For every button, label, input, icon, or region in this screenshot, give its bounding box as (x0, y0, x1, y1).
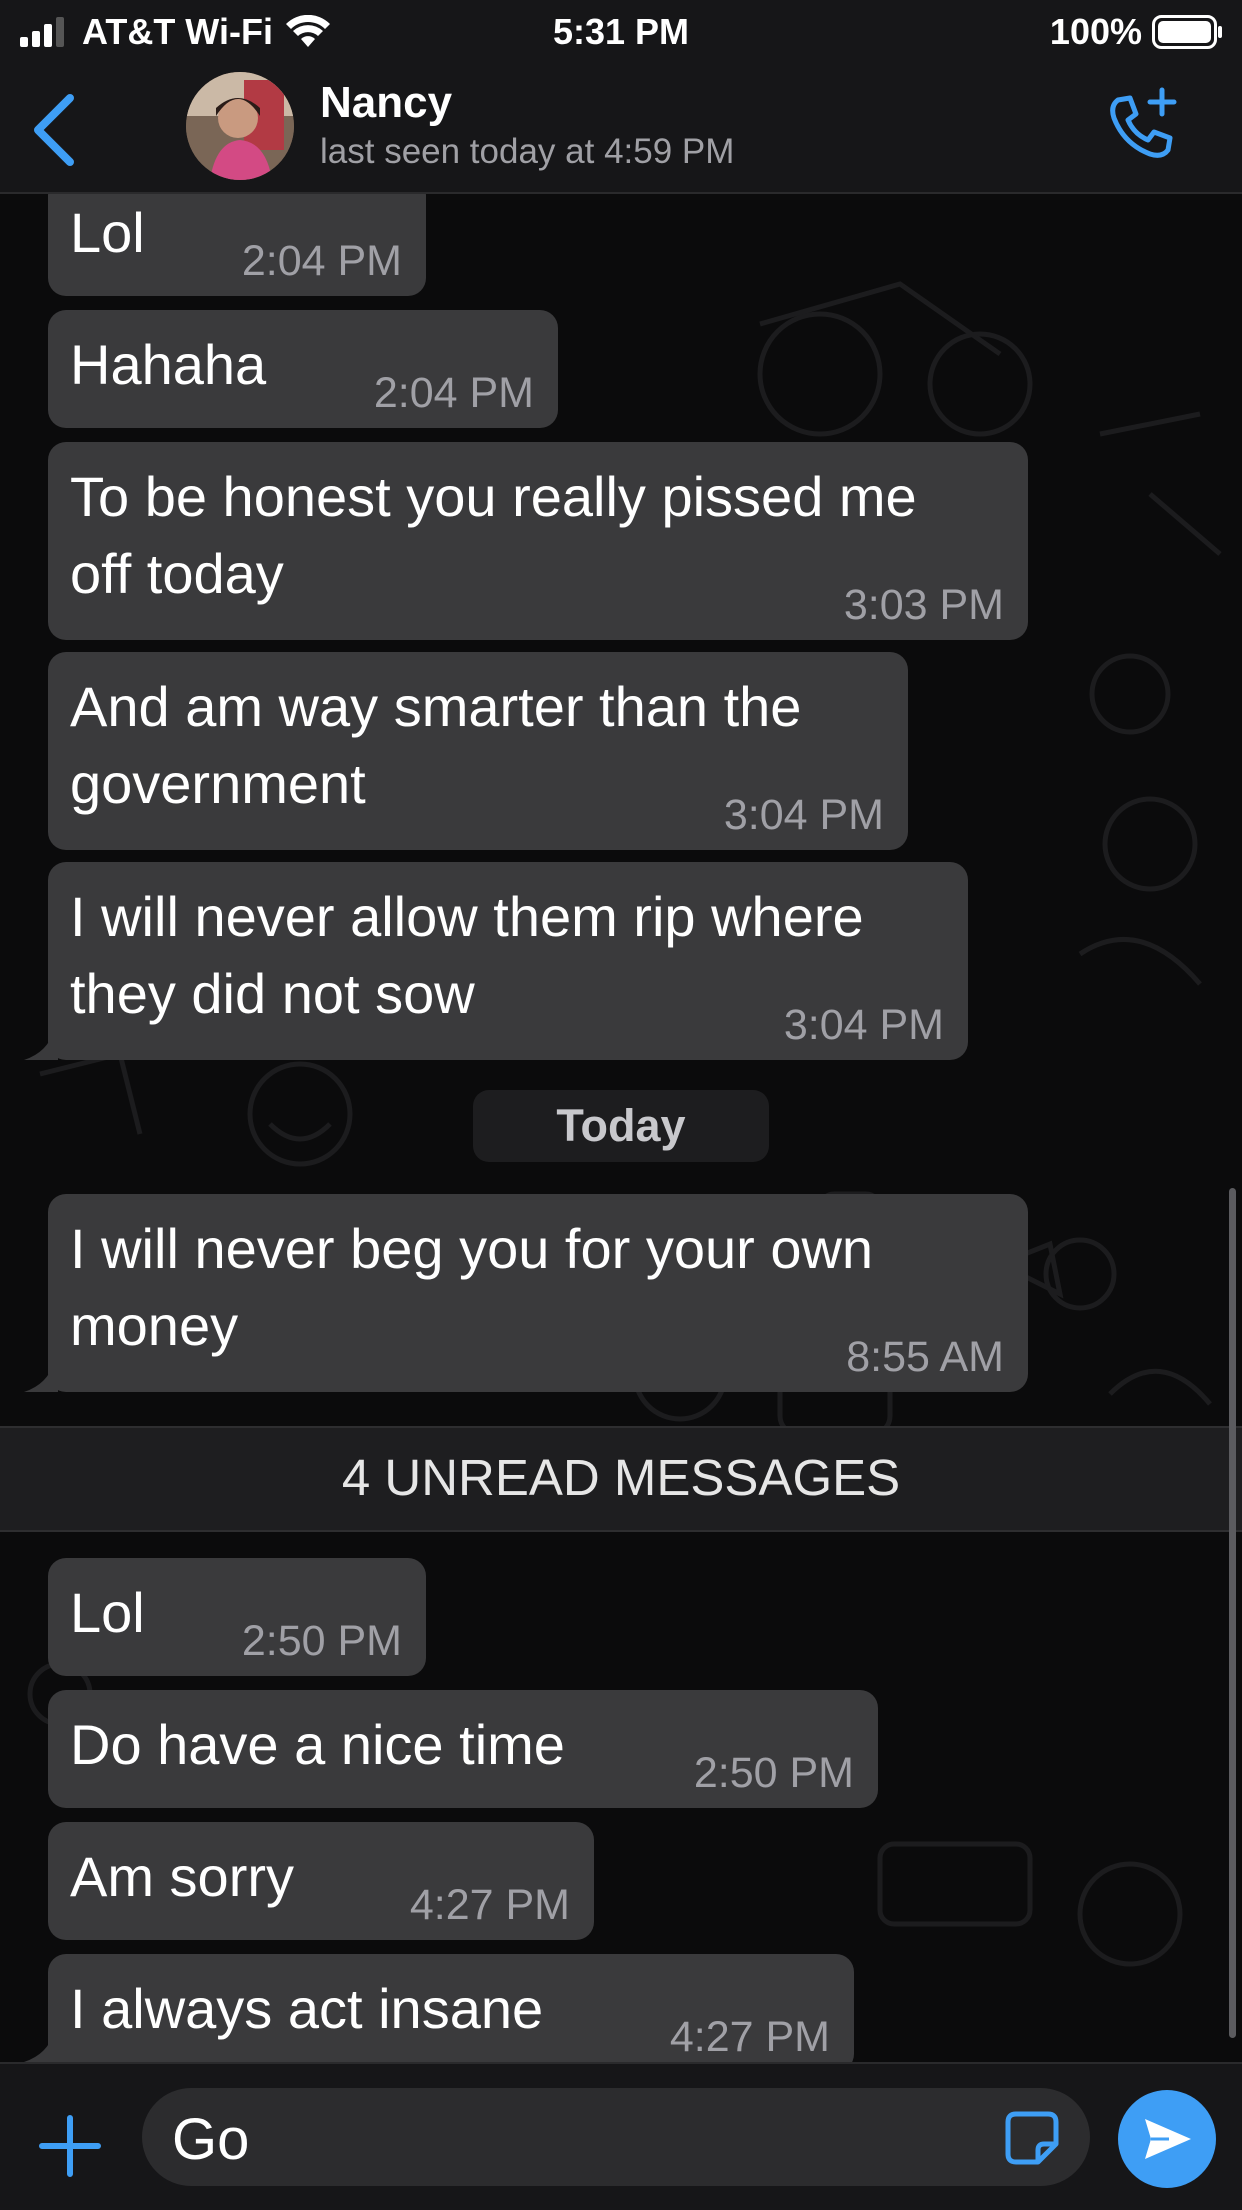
message-text: Hahaha (70, 333, 267, 396)
message-time: 3:03 PM (843, 581, 1004, 629)
message-time: 4:27 PM (409, 1881, 570, 1929)
contact-name[interactable]: Nancy (320, 78, 452, 128)
phone-plus-icon (1110, 87, 1177, 158)
message-text: I will never beg you for your own money (70, 1217, 874, 1357)
message-time: 3:04 PM (723, 791, 884, 839)
message-text: Am sorry (70, 1845, 294, 1908)
scrollbar[interactable] (1229, 1188, 1236, 2038)
message-time: 4:27 PM (669, 2013, 830, 2061)
message-bubble[interactable]: Lol 2:50 PM (48, 1558, 426, 1676)
message-time: 8:55 AM (846, 1333, 1004, 1381)
message-bubble[interactable]: To be honest you really pissed me off to… (48, 442, 1028, 640)
add-call-button[interactable] (1104, 86, 1182, 164)
message-bubble[interactable]: I will never allow them rip where they d… (48, 862, 968, 1060)
message-bubble[interactable]: I always act insane 4:27 PM (48, 1954, 854, 2062)
message-text: To be honest you really pissed me off to… (70, 465, 917, 605)
sticker-icon (1005, 2111, 1059, 2165)
bubble-tail (24, 1030, 58, 1060)
day-separator: Today (473, 1090, 769, 1162)
message-bubble[interactable]: Lol 2:04 PM (48, 194, 426, 296)
message-time: 2:50 PM (241, 1617, 402, 1665)
attach-button[interactable] (36, 2112, 104, 2180)
chat-area[interactable]: Lol 2:04 PM Hahaha 2:04 PM To be honest … (0, 194, 1242, 2062)
avatar-photo (186, 72, 294, 180)
message-time: 2:04 PM (373, 369, 534, 417)
battery-percent: 100% (1049, 11, 1142, 52)
message-input-value: Go (172, 2107, 250, 2172)
message-text: Do have a nice time (70, 1713, 565, 1776)
sticker-button[interactable] (1004, 2110, 1060, 2166)
status-right: 100% (1050, 10, 1224, 54)
chat-header: Nancy last seen today at 4:59 PM (0, 64, 1242, 194)
chevron-left-icon (34, 94, 74, 166)
message-text: I always act insane (70, 1977, 544, 2040)
message-text: Lol (70, 201, 145, 264)
message-text: Lol (70, 1581, 145, 1644)
message-input[interactable]: Go (142, 2088, 1090, 2186)
message-text: And am way smarter than the government (70, 675, 802, 815)
message-time: 2:50 PM (693, 1749, 854, 1797)
back-button[interactable] (30, 80, 100, 180)
unread-messages-banner: 4 UNREAD MESSAGES (0, 1426, 1242, 1532)
message-time: 3:04 PM (783, 1001, 944, 1049)
bubble-tail (24, 1362, 58, 1392)
message-bubble[interactable]: And am way smarter than the government 3… (48, 652, 908, 850)
message-bubble[interactable]: Hahaha 2:04 PM (48, 310, 558, 428)
last-seen-status: last seen today at 4:59 PM (320, 132, 735, 171)
status-bar: AT&T Wi-Fi 5:31 PM 100% (0, 0, 1242, 64)
avatar[interactable] (186, 72, 294, 180)
message-text: I will never allow them rip where they d… (70, 885, 864, 1025)
message-bubble[interactable]: Do have a nice time 2:50 PM (48, 1690, 878, 1808)
send-button[interactable] (1118, 2090, 1216, 2188)
send-icon (1145, 2119, 1191, 2159)
message-bubble[interactable]: Am sorry 4:27 PM (48, 1822, 594, 1940)
battery-icon (1152, 15, 1222, 49)
composer-bar: Go (0, 2062, 1242, 2210)
bubble-tail (24, 2032, 58, 2062)
plus-icon (39, 2115, 101, 2177)
message-bubble[interactable]: I will never beg you for your own money … (48, 1194, 1028, 1392)
message-time: 2:04 PM (241, 237, 402, 285)
